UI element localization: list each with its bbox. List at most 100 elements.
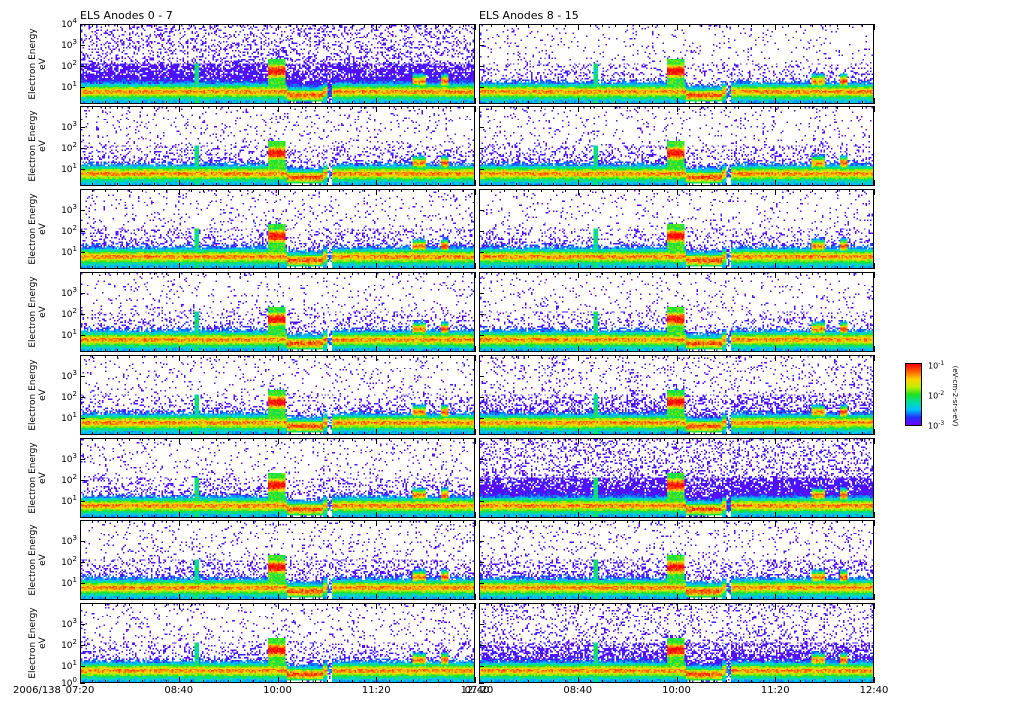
- x-tick-mark: [252, 603, 254, 606]
- x-tick-mark: [215, 355, 217, 358]
- x-tick-mark: [104, 438, 106, 441]
- x-tick-mark: [376, 512, 378, 518]
- x-tick-mark: [437, 106, 439, 109]
- x-tick-mark: [738, 603, 740, 606]
- x-tick-mark: [117, 183, 119, 186]
- x-tick-mark: [129, 349, 131, 352]
- x-tick-mark: [812, 349, 814, 352]
- x-tick-mark: [117, 438, 119, 441]
- x-tick-mark: [787, 183, 789, 186]
- x-tick-mark: [92, 597, 94, 600]
- x-tick-mark: [725, 189, 727, 192]
- x-tick-mark: [762, 355, 764, 358]
- x-tick-mark: [376, 24, 378, 30]
- y-tick-mark: [80, 418, 85, 420]
- x-tick-mark: [479, 98, 480, 104]
- x-tick-mark: [824, 515, 826, 518]
- x-tick-mark: [516, 520, 518, 523]
- x-tick-mark: [154, 597, 156, 600]
- y-axis-unit: eV: [38, 389, 48, 401]
- x-tick-mark: [861, 603, 863, 606]
- y-tick-mark: [479, 252, 484, 254]
- x-tick-mark: [676, 263, 678, 269]
- x-tick-mark: [565, 106, 567, 109]
- colorbar-tick-label: 10-2: [928, 390, 944, 401]
- x-tick-mark: [104, 355, 106, 358]
- x-tick-mark: [701, 432, 703, 435]
- x-tick-mark: [265, 266, 267, 269]
- x-tick-mark: [849, 266, 851, 269]
- x-tick-mark: [528, 272, 530, 275]
- x-tick-mark: [450, 438, 452, 441]
- x-tick-mark: [738, 183, 740, 186]
- x-tick-mark: [812, 520, 814, 523]
- x-tick-mark: [166, 349, 168, 352]
- x-tick-mark: [437, 189, 439, 192]
- x-tick-mark: [166, 432, 168, 435]
- y-axis-title: Electron Energy: [28, 442, 38, 514]
- x-tick-mark: [479, 438, 480, 444]
- x-tick-mark: [688, 106, 690, 109]
- x-tick-mark: [812, 266, 814, 269]
- x-tick-mark: [215, 515, 217, 518]
- x-tick-mark: [141, 520, 143, 523]
- x-tick-mark: [676, 106, 678, 112]
- x-tick-mark: [627, 183, 629, 186]
- y-tick-mark: [479, 210, 484, 212]
- spectrogram-panel-anode-group-1-row-6: [479, 520, 874, 600]
- colorbar-tick-base: 10: [928, 421, 939, 431]
- x-tick-mark: [824, 520, 826, 523]
- x-tick-mark: [713, 603, 715, 606]
- x-tick-mark: [228, 438, 230, 441]
- x-tick-mark: [314, 432, 316, 435]
- x-tick-mark: [849, 183, 851, 186]
- y-tick-label: 104: [61, 17, 77, 30]
- x-tick-mark: [676, 677, 678, 683]
- x-tick-mark: [154, 101, 156, 104]
- x-tick-mark: [363, 24, 365, 27]
- x-tick-mark: [602, 597, 604, 600]
- x-tick-mark: [80, 346, 81, 352]
- x-tick-mark: [154, 183, 156, 186]
- x-tick-mark: [166, 515, 168, 518]
- x-tick-mark: [861, 438, 863, 441]
- x-tick-mark: [664, 349, 666, 352]
- x-tick-mark: [861, 272, 863, 275]
- x-tick-mark: [363, 266, 365, 269]
- x-tick-mark: [302, 355, 304, 358]
- x-tick-mark: [191, 597, 193, 600]
- x-tick-mark: [425, 597, 427, 600]
- x-tick-mark: [577, 24, 579, 30]
- y-tick-mark: [479, 231, 484, 233]
- x-tick-mark: [824, 349, 826, 352]
- x-tick-mark: [762, 680, 764, 683]
- x-tick-mark: [400, 438, 402, 441]
- x-tick-mark: [651, 183, 653, 186]
- x-tick-mark: [117, 24, 119, 27]
- x-tick-mark: [849, 349, 851, 352]
- x-tick-mark: [701, 101, 703, 104]
- x-tick-mark: [80, 106, 81, 112]
- x-tick-mark: [750, 189, 752, 192]
- x-tick-mark: [676, 603, 678, 609]
- x-tick-mark: [178, 677, 180, 683]
- x-tick-mark: [129, 438, 131, 441]
- x-tick-mark: [849, 24, 851, 27]
- x-tick-mark: [762, 438, 764, 441]
- y-axis-title: Electron Energy: [28, 524, 38, 596]
- x-tick-mark: [363, 680, 365, 683]
- x-tick-mark: [602, 438, 604, 441]
- x-tick-mark: [775, 594, 777, 600]
- x-tick-mark: [277, 355, 279, 361]
- y-axis-title: Electron Energy: [28, 359, 38, 431]
- x-tick-mark: [651, 101, 653, 104]
- x-tick-mark: [503, 520, 505, 523]
- x-tick-mark: [228, 189, 230, 192]
- x-tick-mark: [326, 101, 328, 104]
- x-tick-mark: [203, 189, 205, 192]
- x-tick-mark: [191, 515, 193, 518]
- x-tick-mark: [553, 349, 555, 352]
- x-tick-mark: [787, 349, 789, 352]
- x-tick-mark: [775, 677, 777, 683]
- spectrogram-panel-anode-group-1-row-5: [479, 438, 874, 518]
